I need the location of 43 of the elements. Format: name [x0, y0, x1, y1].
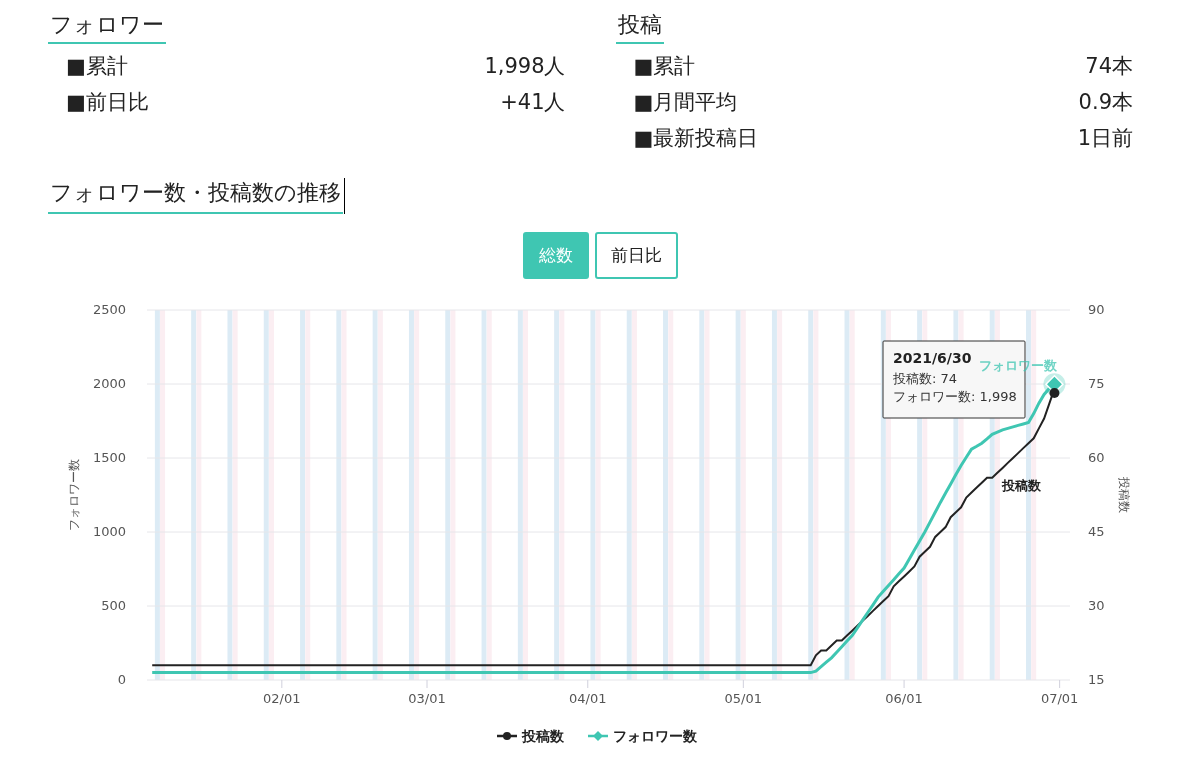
axis-label: 90 — [1088, 302, 1105, 317]
stat-value: 0.9本 — [1078, 89, 1133, 116]
stat-value: 1,998人 — [484, 53, 566, 80]
tooltip-text: フォロワー数: 1,998 — [893, 389, 1017, 404]
tooltip-title: 2021/6/30 — [893, 350, 972, 366]
axis-label: 15 — [1088, 672, 1105, 687]
axis-label: 60 — [1088, 450, 1105, 465]
axis-label: 2500 — [92, 302, 126, 317]
series-label: 投稿数 — [1001, 478, 1041, 494]
axis-title: 投稿数 — [1117, 477, 1131, 513]
axis-label: 45 — [1088, 524, 1105, 539]
stat-label: ■月間平均 — [633, 89, 738, 116]
stat-value: 1日前 — [1077, 125, 1133, 152]
section-heading: 投稿 — [615, 10, 664, 44]
axis-label: 07/01 — [1040, 691, 1079, 706]
tooltip-text: 投稿数: 74 — [893, 371, 958, 386]
legend-label[interactable]: フォロワー数 — [613, 728, 697, 744]
stat-value: +41人 — [500, 89, 566, 116]
stat-value: 74本 — [1085, 53, 1133, 80]
axis-label: 1000 — [92, 524, 126, 539]
toggle-button[interactable]: 前日比 — [594, 232, 678, 279]
axis-label: 02/01 — [263, 691, 301, 706]
stat-label: ■累計 — [66, 53, 128, 80]
stat-label: ■前日比 — [66, 89, 149, 116]
axis-label: 03/01 — [408, 691, 446, 706]
axis-label: 75 — [1088, 376, 1105, 391]
axis-label: 0 — [117, 672, 126, 687]
section-heading: フォロワー — [48, 10, 166, 44]
axis-label: 1500 — [92, 450, 126, 465]
legend-label[interactable]: 投稿数 — [522, 728, 564, 744]
axis-label: 04/01 — [569, 691, 607, 706]
legend-marker-icon — [588, 731, 608, 741]
section-title: フォロワー数・投稿数の推移 — [48, 178, 343, 214]
stat-label: ■最新投稿日 — [633, 125, 759, 152]
stat-label: ■累計 — [633, 53, 696, 80]
axis-title: フォロワー数 — [67, 459, 81, 531]
axis-label: 2000 — [92, 376, 126, 391]
axis-label: 05/01 — [724, 691, 763, 706]
axis-label: 500 — [101, 598, 126, 613]
axis-label: 06/01 — [885, 691, 923, 706]
axis-label: 30 — [1088, 598, 1105, 613]
legend-marker-icon — [497, 732, 517, 740]
text-cursor — [344, 178, 345, 214]
